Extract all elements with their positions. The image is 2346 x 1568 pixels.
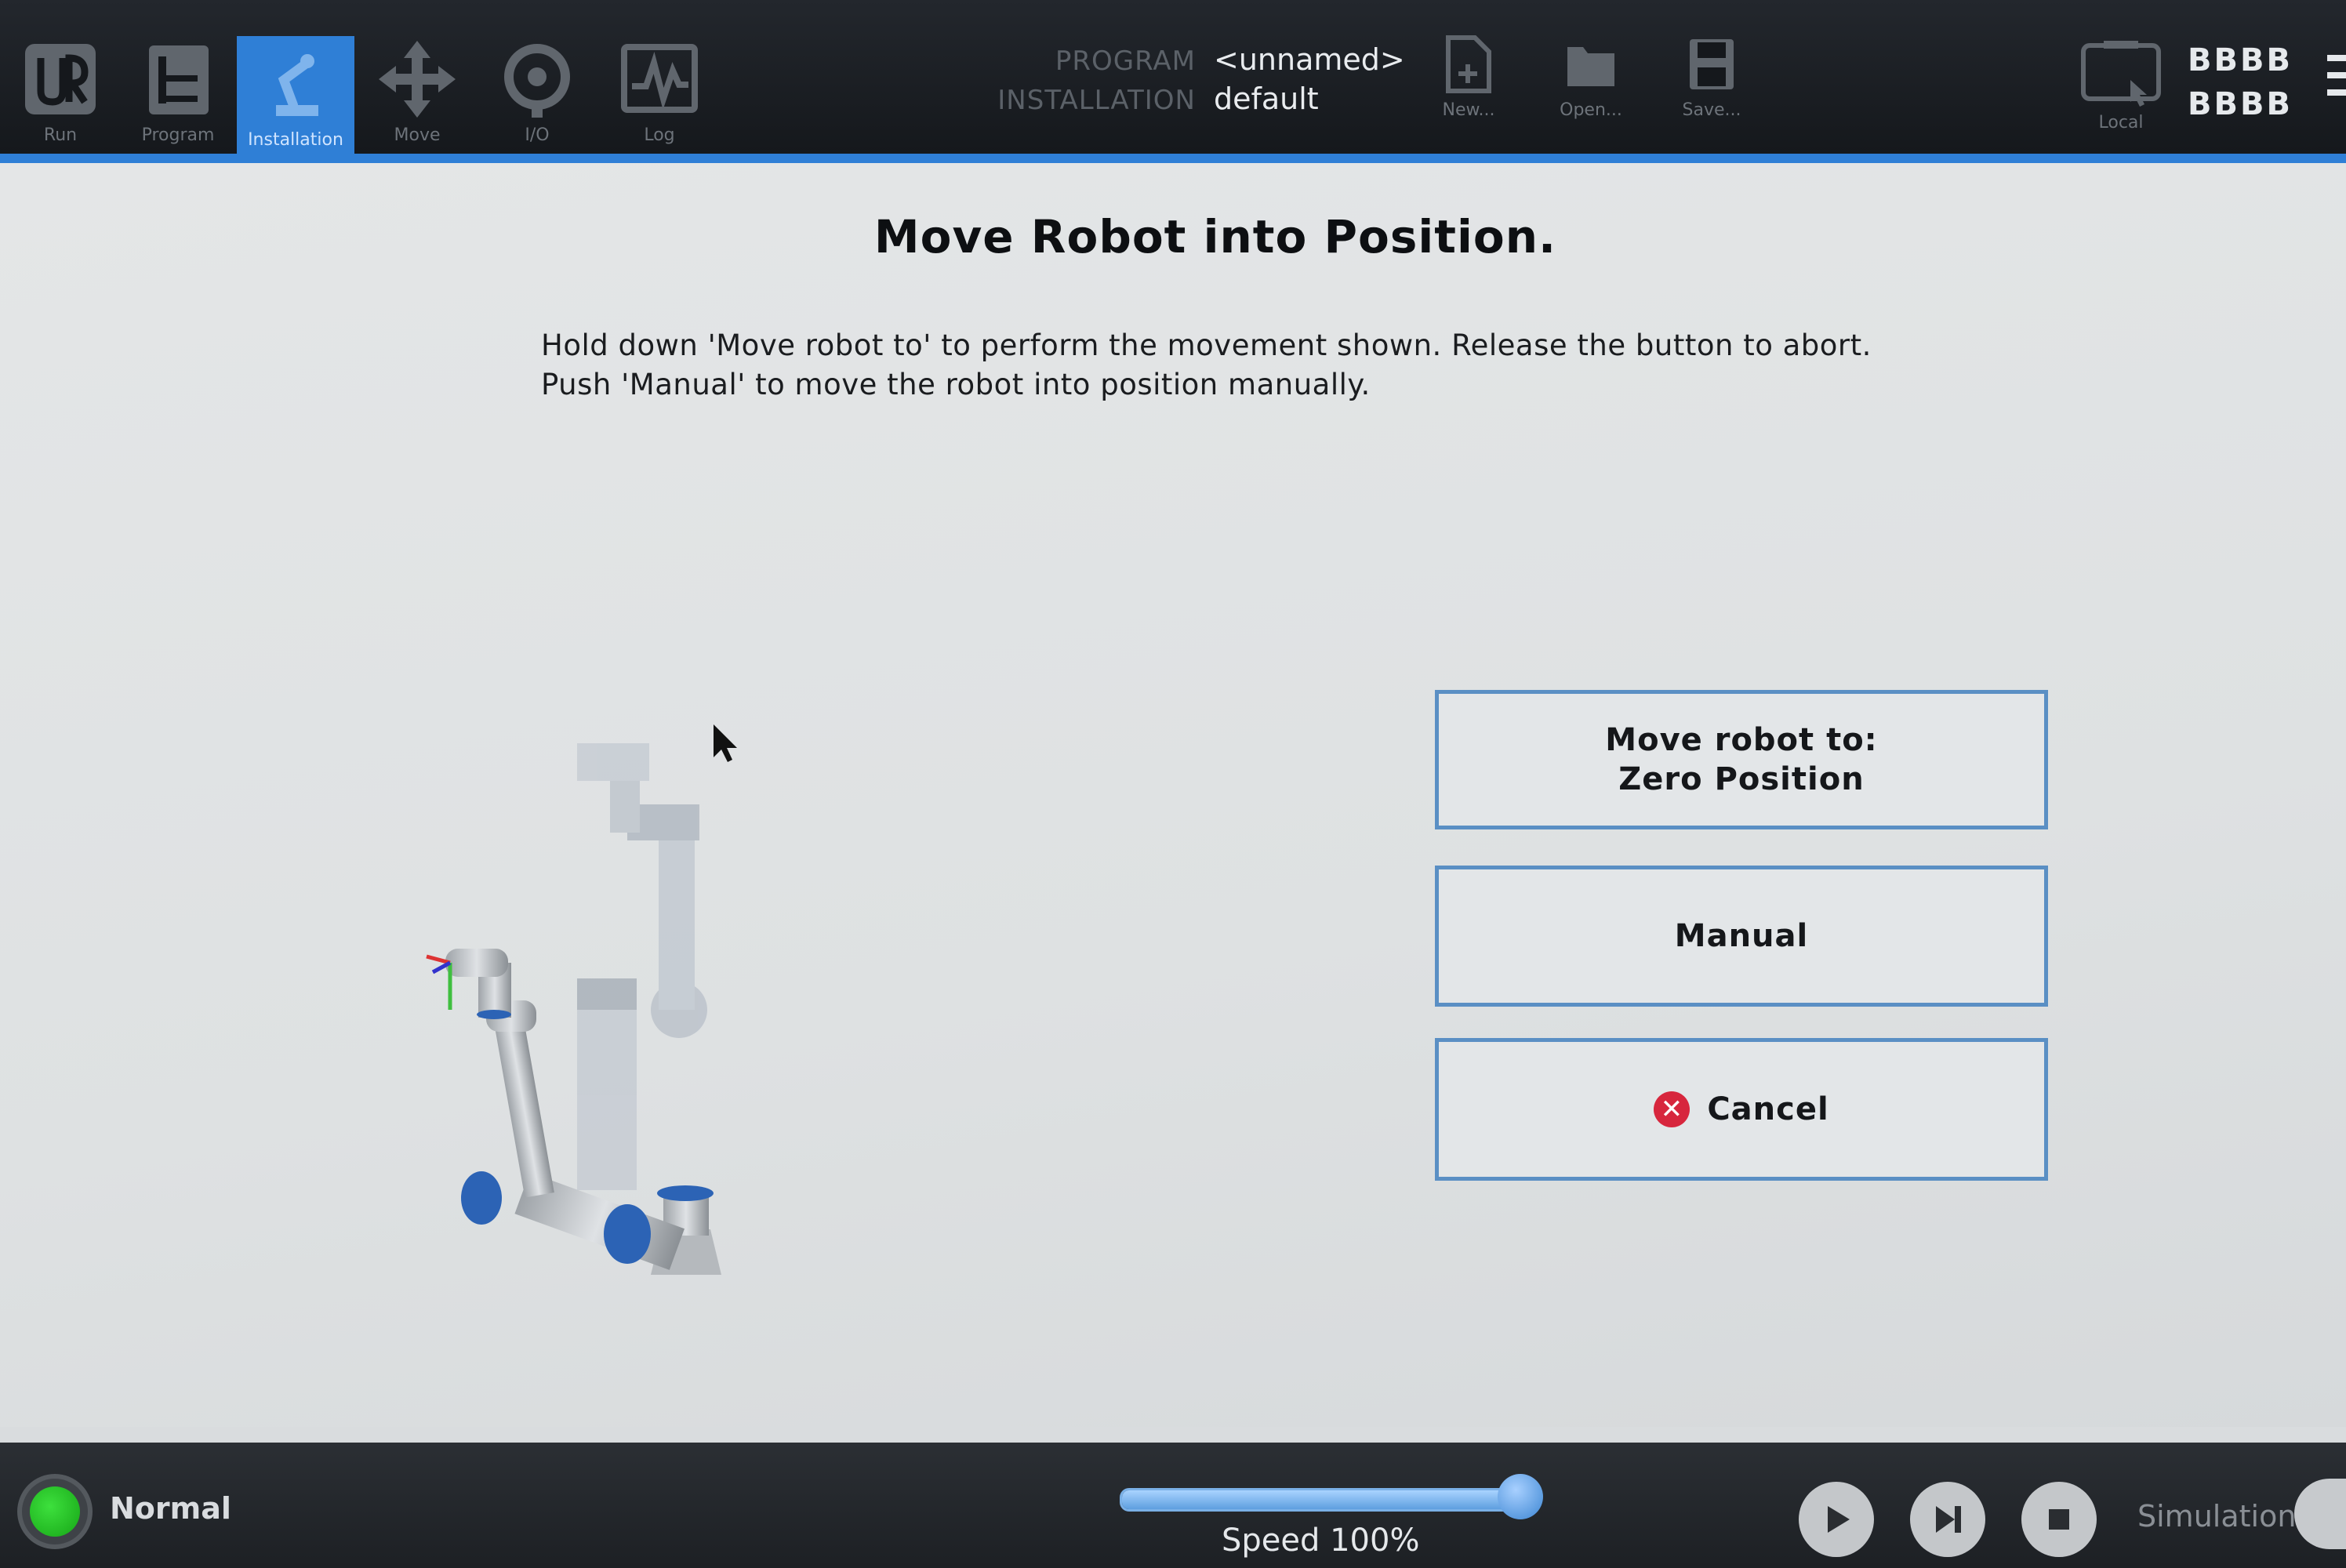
bottom-status-bar: Normal Speed 100% Simulation xyxy=(0,1443,2346,1568)
tab-io[interactable]: I/O xyxy=(478,31,596,154)
tab-move[interactable]: Move xyxy=(358,31,476,154)
stop-button[interactable] xyxy=(2021,1482,2097,1557)
open-file-label: Open... xyxy=(1560,100,1622,120)
new-file-label: New... xyxy=(1442,100,1495,120)
speed-slider-track[interactable] xyxy=(1120,1488,1532,1512)
step-forward-icon xyxy=(1936,1506,1961,1533)
simulation-label: Simulation xyxy=(2137,1499,2297,1534)
local-control-button[interactable]: Local xyxy=(2070,39,2172,141)
open-file-button[interactable]: Open... xyxy=(1548,34,1634,129)
cancel-button-label: Cancel xyxy=(1707,1091,1829,1127)
new-file-button[interactable]: New... xyxy=(1425,34,1512,129)
installation-icon xyxy=(276,54,318,116)
speed-slider-fill xyxy=(1122,1490,1530,1509)
play-button[interactable] xyxy=(1799,1482,1874,1557)
move-arrows-icon xyxy=(379,41,456,118)
tab-io-label: I/O xyxy=(525,125,550,145)
robot-status-label: Normal xyxy=(110,1491,231,1526)
instruction-line-1: Hold down 'Move robot to' to perform the… xyxy=(541,328,1872,362)
tab-installation[interactable]: Installation xyxy=(237,36,354,154)
log-chart-icon xyxy=(621,44,698,113)
installation-label: INSTALLATION xyxy=(997,85,1196,116)
instructions: Hold down 'Move robot to' to perform the… xyxy=(541,326,1872,405)
tab-program-label: Program xyxy=(141,125,215,145)
ur-logo-icon xyxy=(25,44,96,114)
folder-icon xyxy=(1567,47,1614,86)
local-control-icon xyxy=(2081,41,2161,107)
tab-program[interactable]: Program xyxy=(119,31,237,154)
cancel-button[interactable]: ✕ Cancel xyxy=(1435,1038,2048,1181)
stop-icon xyxy=(2049,1509,2069,1530)
manual-button-label: Manual xyxy=(1674,918,1809,954)
save-disk-icon xyxy=(1690,39,1734,89)
program-label: PROGRAM xyxy=(1055,45,1196,77)
io-icon xyxy=(504,44,570,118)
page-title: Move Robot into Position. xyxy=(873,210,1557,263)
move-button-line1: Move robot to: xyxy=(1605,722,1878,758)
manual-button[interactable]: Manual xyxy=(1435,866,2048,1007)
tab-installation-label: Installation xyxy=(248,130,343,150)
move-robot-to-zero-button[interactable]: Move robot to: Zero Position xyxy=(1435,690,2048,829)
tab-run-label: Run xyxy=(43,125,78,145)
tab-log-label: Log xyxy=(644,125,675,145)
speed-label: Speed 100% xyxy=(1222,1523,1420,1559)
hamburger-menu-icon[interactable] xyxy=(2327,55,2346,118)
header-info-line1: BBBB xyxy=(2188,42,2293,78)
main-panel: Move Robot into Position. Hold down 'Mov… xyxy=(0,163,2346,1427)
target-pose-ghost xyxy=(577,743,707,1190)
mouse-cursor-icon xyxy=(714,724,737,762)
robot-3d-view xyxy=(426,724,737,1275)
save-file-button[interactable]: Save... xyxy=(1669,34,1755,129)
header-info-line2: BBBB xyxy=(2188,86,2293,122)
instruction-line-2: Push 'Manual' to move the robot into pos… xyxy=(541,368,1371,401)
tab-move-label: Move xyxy=(394,125,441,145)
tab-log[interactable]: Log xyxy=(601,31,718,154)
local-control-label: Local xyxy=(2098,113,2144,132)
tab-run[interactable]: Run xyxy=(2,31,119,154)
top-toolbar: Run Program Installation Move I/O Log PR… xyxy=(0,0,2346,163)
step-button[interactable] xyxy=(1910,1482,1985,1557)
speed-slider-handle[interactable] xyxy=(1498,1474,1543,1519)
new-file-icon xyxy=(1446,35,1491,93)
cancel-x-icon: ✕ xyxy=(1654,1091,1690,1127)
move-button-line2: Zero Position xyxy=(1618,761,1865,797)
simulation-toggle[interactable] xyxy=(2294,1479,2346,1549)
program-name: <unnamed> xyxy=(1214,42,1405,77)
program-icon xyxy=(149,45,209,114)
play-icon xyxy=(1828,1506,1850,1533)
status-indicator-icon[interactable] xyxy=(17,1474,93,1549)
save-file-label: Save... xyxy=(1682,100,1741,120)
installation-name: default xyxy=(1214,82,1319,116)
